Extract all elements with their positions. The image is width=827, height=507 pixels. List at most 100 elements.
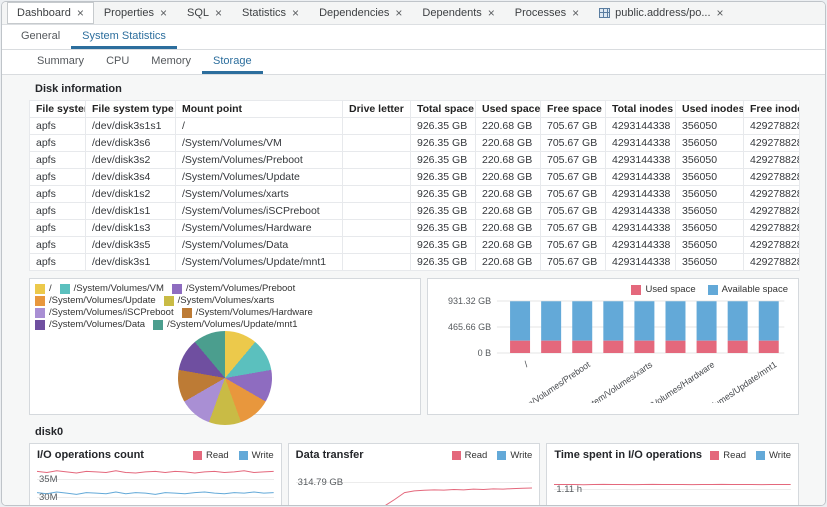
- table-cell: /dev/disk3s1s1: [86, 118, 176, 135]
- stats-tabbar: SummaryCPUMemory Storage: [2, 50, 825, 75]
- main-tab-public-address-po[interactable]: public.address/po...×: [589, 2, 733, 24]
- tab-cpu[interactable]: CPU: [95, 50, 140, 74]
- table-cell: apfs: [30, 169, 86, 186]
- tab-label: Dependencies: [319, 7, 389, 19]
- io-line-chart: [37, 465, 274, 506]
- close-icon[interactable]: ×: [572, 7, 579, 19]
- pie-legend-item: /System/Volumes/VM: [60, 283, 164, 294]
- column-header-mount-point: Mount point: [176, 101, 343, 118]
- legend-swatch: [172, 284, 182, 294]
- table-cell: /System/Volumes/Update/mnt1: [176, 254, 343, 271]
- y-tick-label: 0 B: [478, 348, 492, 358]
- bar-used-segment: [572, 341, 592, 353]
- main-tab-dependents[interactable]: Dependents ×: [412, 2, 504, 24]
- close-icon[interactable]: ×: [77, 7, 84, 19]
- x-axis-label: /System/Volumes/Hardware: [622, 359, 716, 403]
- table-cell: [343, 186, 411, 203]
- main-tab-dependencies[interactable]: Dependencies ×: [309, 2, 412, 24]
- main-tab-dashboard[interactable]: Dashboard×: [7, 2, 94, 24]
- tab-system-statistics[interactable]: System Statistics: [71, 25, 177, 49]
- pie-legend: //System/Volumes/VM/System/Volumes/Prebo…: [35, 283, 415, 330]
- main-tab-processes[interactable]: Processes×: [505, 2, 589, 24]
- table-cell: 4293144338: [606, 135, 676, 152]
- main-tab-properties[interactable]: Properties×: [94, 2, 177, 24]
- bar-available-segment: [665, 301, 685, 340]
- io-panel-i-o-operations-count: I/O operations countReadWrite35M30M: [29, 443, 282, 506]
- bar-available-segment: [572, 301, 592, 340]
- bar-available-segment: [728, 301, 748, 340]
- table-cell: [343, 152, 411, 169]
- table-cell: 4293144338: [606, 237, 676, 254]
- table-row: apfs/dev/disk1s3/System/Volumes/Hardware…: [30, 220, 800, 237]
- table-cell: 4292788288: [744, 169, 800, 186]
- close-icon[interactable]: ×: [395, 7, 402, 19]
- legend-label: /System/Volumes/Hardware: [196, 307, 313, 318]
- pie-legend-item: /System/Volumes/xarts: [164, 295, 275, 306]
- tab-storage[interactable]: Storage: [202, 50, 263, 74]
- legend-swatch: [60, 284, 70, 294]
- legend-label: /System/Volumes/Preboot: [186, 283, 295, 294]
- main-tab-sql[interactable]: SQL×: [177, 2, 232, 24]
- main-tab-statistics[interactable]: Statistics×: [232, 2, 309, 24]
- legend-label: Used space: [645, 284, 695, 295]
- table-cell: 4293144338: [606, 220, 676, 237]
- table-cell: 4292788288: [744, 203, 800, 220]
- tab-label: System Statistics: [82, 30, 166, 42]
- legend-swatch: [497, 451, 506, 460]
- table-cell: 220.68 GB: [476, 152, 541, 169]
- table-cell: 220.68 GB: [476, 186, 541, 203]
- table-cell: 4292788288: [744, 237, 800, 254]
- table-cell: 705.67 GB: [541, 237, 606, 254]
- legend-swatch: [631, 285, 641, 295]
- close-icon[interactable]: ×: [160, 7, 167, 19]
- main-tabbar: Dashboard×Properties×SQL×Statistics×Depe…: [2, 2, 825, 25]
- table-cell: 926.35 GB: [411, 203, 476, 220]
- tab-label: General: [21, 30, 60, 42]
- legend-label: /System/Volumes/Data: [49, 319, 145, 330]
- io-legend-item: Write: [239, 450, 274, 461]
- io-legend-item: Write: [756, 450, 791, 461]
- bar-available-segment: [541, 301, 561, 340]
- table-cell: 356050: [676, 203, 744, 220]
- io-panel-time-spent-in-i-o-operations: Time spent in I/O operationsReadWrite1.1…: [546, 443, 799, 506]
- legend-swatch: [35, 308, 45, 318]
- legend-swatch: [164, 296, 174, 306]
- table-cell: [343, 203, 411, 220]
- table-icon: [599, 8, 610, 18]
- pie-legend-item: /System/Volumes/Preboot: [172, 283, 295, 294]
- bar-available-segment: [634, 301, 654, 340]
- table-cell: 356050: [676, 254, 744, 271]
- y-tick-label: 1.11 h: [556, 484, 582, 495]
- tab-label: Dependents: [422, 7, 481, 19]
- tab-general[interactable]: General: [10, 25, 71, 49]
- storage-pie-panel: //System/Volumes/VM/System/Volumes/Prebo…: [29, 278, 421, 415]
- close-icon[interactable]: ×: [292, 7, 299, 19]
- bar-available-segment: [510, 301, 530, 340]
- close-icon[interactable]: ×: [717, 7, 724, 19]
- legend-label: /System/Volumes/Update/mnt1: [167, 319, 297, 330]
- io-chart-legend: ReadWrite: [452, 450, 533, 461]
- series-read: [296, 488, 533, 506]
- table-cell: /System/Volumes/Update: [176, 169, 343, 186]
- disk-information-title: Disk information: [35, 83, 799, 95]
- bar-legend-item: Available space: [708, 284, 788, 295]
- close-icon[interactable]: ×: [488, 7, 495, 19]
- legend-label: Write: [510, 450, 532, 461]
- close-icon[interactable]: ×: [215, 7, 222, 19]
- table-cell: 220.68 GB: [476, 220, 541, 237]
- column-header-file-system: File system: [30, 101, 86, 118]
- table-cell: /System/Volumes/iSCPreboot: [176, 203, 343, 220]
- io-legend-item: Write: [497, 450, 532, 461]
- table-cell: 926.35 GB: [411, 220, 476, 237]
- bar-used-segment: [634, 341, 654, 353]
- table-cell: 4293144338: [606, 118, 676, 135]
- tab-memory[interactable]: Memory: [140, 50, 202, 74]
- table-row: apfs/dev/disk3s6/System/Volumes/VM926.35…: [30, 135, 800, 152]
- table-cell: /dev/disk1s1: [86, 203, 176, 220]
- tab-label: Storage: [213, 55, 252, 67]
- table-cell: 356050: [676, 135, 744, 152]
- legend-label: Write: [769, 450, 791, 461]
- table-cell: 926.35 GB: [411, 237, 476, 254]
- table-row: apfs/dev/disk3s1s1/926.35 GB220.68 GB705…: [30, 118, 800, 135]
- tab-summary[interactable]: Summary: [26, 50, 95, 74]
